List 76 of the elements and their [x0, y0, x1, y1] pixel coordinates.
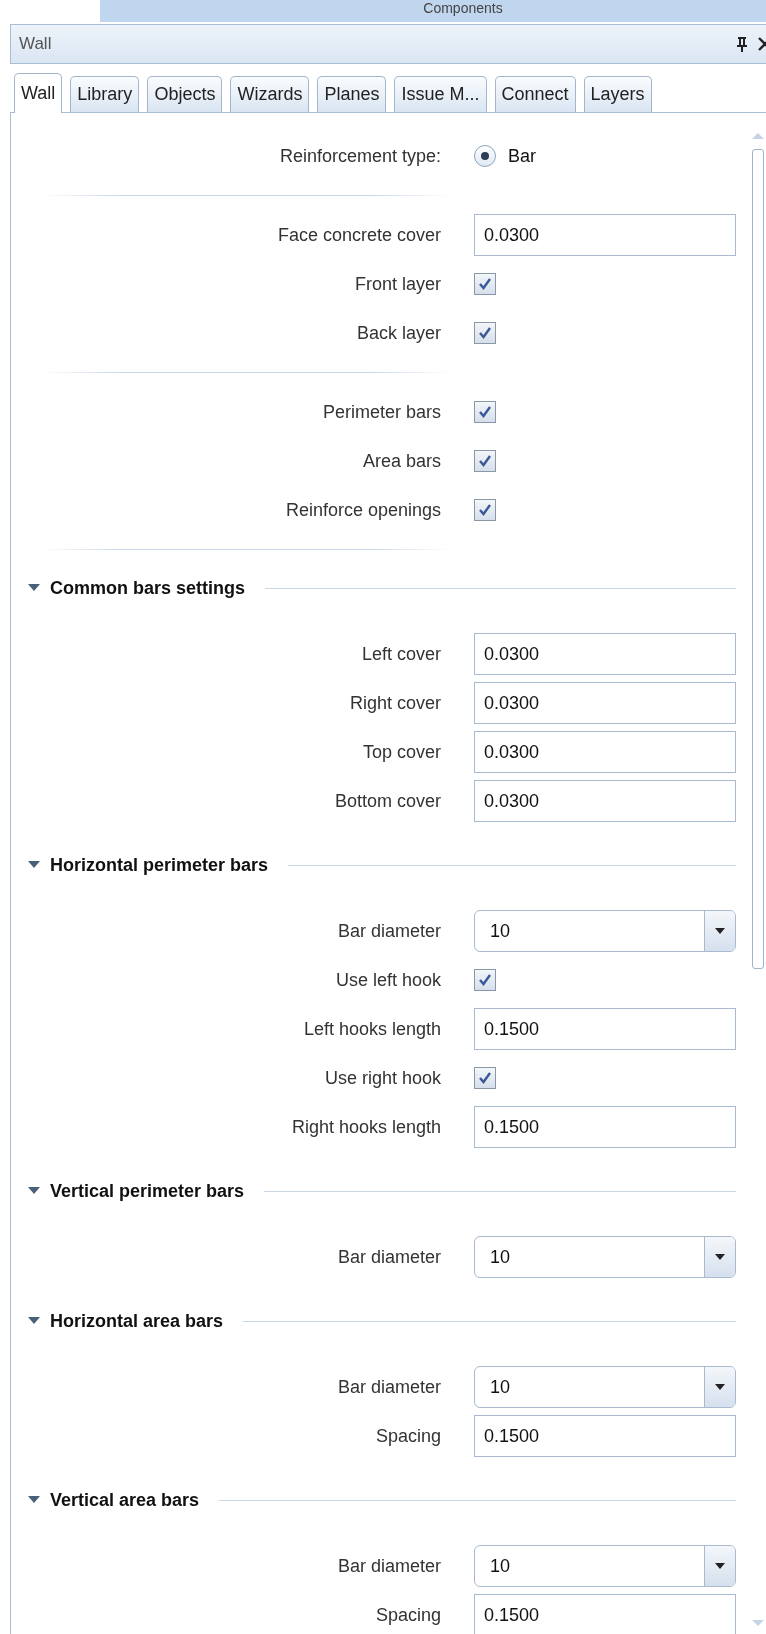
- checkmark-icon: [477, 502, 493, 518]
- field-label: Perimeter bars: [321, 401, 441, 423]
- field-label: Bar diameter: [336, 1555, 441, 1577]
- collapse-icon[interactable]: [28, 584, 40, 592]
- tab[interactable]: Library: [70, 76, 140, 112]
- tab[interactable]: Wizards: [230, 76, 310, 112]
- field-label: Right cover: [348, 692, 441, 714]
- input-field[interactable]: 0.1500: [474, 1594, 736, 1634]
- section-title[interactable]: Common bars settings: [50, 577, 246, 599]
- section-title[interactable]: Horizontal perimeter bars: [50, 854, 269, 876]
- dropdown-field[interactable]: 10: [474, 1366, 736, 1408]
- caret-icon: [715, 1563, 725, 1569]
- checkbox[interactable]: [474, 273, 496, 295]
- field-label: Face concrete cover: [276, 224, 441, 246]
- field-label: Spacing: [374, 1425, 441, 1447]
- input-field[interactable]: 0.0300: [474, 214, 736, 256]
- input-field[interactable]: 0.0300: [474, 731, 736, 773]
- checkmark-icon: [477, 276, 493, 292]
- input-field[interactable]: 0.1500: [474, 1106, 736, 1148]
- field-label: Back layer: [355, 322, 441, 344]
- input-field[interactable]: 0.1500: [474, 1008, 736, 1050]
- field-label: Bar diameter: [336, 1246, 441, 1268]
- radio-button[interactable]: [474, 145, 496, 167]
- collapse-icon[interactable]: [28, 861, 40, 869]
- collapse-icon[interactable]: [28, 1496, 40, 1504]
- dropdown-field[interactable]: 10: [474, 910, 736, 952]
- scrollbar-thumb[interactable]: [752, 149, 764, 969]
- section-title[interactable]: Vertical perimeter bars: [50, 1180, 245, 1202]
- checkbox[interactable]: [474, 322, 496, 344]
- field-label: Bottom cover: [333, 790, 441, 812]
- checkbox[interactable]: [474, 499, 496, 521]
- tab[interactable]: Wall: [14, 73, 63, 113]
- field-label: Reinforcement type:: [278, 145, 441, 167]
- field-label: Left cover: [360, 643, 441, 665]
- dropdown-field[interactable]: 10: [474, 1545, 736, 1587]
- input-field[interactable]: 0.1500: [474, 1415, 736, 1457]
- caret-icon: [715, 1384, 725, 1390]
- collapse-icon[interactable]: [28, 1187, 40, 1195]
- caret-icon: [715, 928, 725, 934]
- input-field[interactable]: 0.0300: [474, 780, 736, 822]
- dropdown-field[interactable]: 10: [474, 1236, 736, 1278]
- tab[interactable]: Issue M...: [394, 76, 487, 112]
- section-title[interactable]: Vertical area bars: [50, 1489, 200, 1511]
- field-label: Bar diameter: [336, 920, 441, 942]
- field-label: Use right hook: [323, 1067, 441, 1089]
- checkmark-icon: [477, 1070, 493, 1086]
- caret-icon: [715, 1254, 725, 1260]
- checkmark-icon: [477, 972, 493, 988]
- tab[interactable]: Layers: [583, 76, 652, 112]
- field-label: Top cover: [361, 741, 441, 763]
- radio-label: Bar: [508, 145, 536, 167]
- field-label: Bar diameter: [336, 1376, 441, 1398]
- checkbox[interactable]: [474, 401, 496, 423]
- checkmark-icon: [477, 404, 493, 420]
- field-label: Front layer: [353, 273, 441, 295]
- pin-icon[interactable]: [736, 36, 748, 52]
- checkmark-icon: [477, 453, 493, 469]
- checkmark-icon: [477, 325, 493, 341]
- field-label: Reinforce openings: [284, 499, 441, 521]
- collapse-icon[interactable]: [28, 1317, 40, 1325]
- input-field[interactable]: 0.0300: [474, 633, 736, 675]
- tab[interactable]: Objects: [147, 76, 223, 112]
- input-field[interactable]: 0.0300: [474, 682, 736, 724]
- field-label: Left hooks length: [302, 1018, 441, 1040]
- field-label: Area bars: [361, 450, 441, 472]
- tab[interactable]: Planes: [317, 76, 387, 112]
- field-label: Spacing: [374, 1604, 441, 1626]
- checkbox[interactable]: [474, 1067, 496, 1089]
- checkbox[interactable]: [474, 969, 496, 991]
- checkbox[interactable]: [474, 450, 496, 472]
- panel-title: Wall: [19, 34, 53, 54]
- field-label: Use left hook: [334, 969, 441, 991]
- tab[interactable]: Connect: [494, 76, 576, 112]
- section-title[interactable]: Horizontal area bars: [50, 1310, 224, 1332]
- panel-tab-strip[interactable]: Components: [100, 0, 766, 22]
- field-label: Right hooks length: [290, 1116, 441, 1138]
